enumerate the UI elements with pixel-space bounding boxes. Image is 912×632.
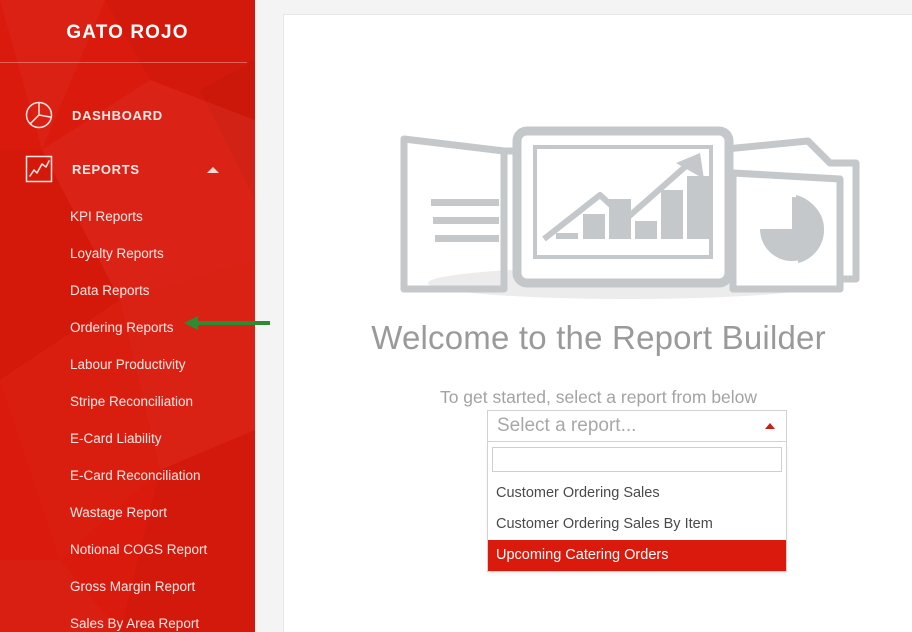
sidebar-subitem-loyalty-reports[interactable]: Loyalty Reports — [0, 235, 255, 272]
sidebar-subitem-label: KPI Reports — [70, 209, 143, 224]
report-option-label: Customer Ordering Sales By Item — [496, 516, 713, 532]
sidebar-subitem-labour-productivity[interactable]: Labour Productivity — [0, 346, 255, 383]
sidebar-subitem-ecard-liability[interactable]: E-Card Liability — [0, 420, 255, 457]
sidebar-subitem-label: E-Card Liability — [70, 431, 162, 446]
report-option-upcoming-catering-orders[interactable]: Upcoming Catering Orders — [488, 540, 786, 571]
report-select: Select a report... Customer Ordering Sal… — [487, 410, 787, 572]
sidebar-subitem-ordering-reports[interactable]: Ordering Reports — [0, 309, 255, 346]
sidebar-item-dashboard[interactable]: DASHBOARD — [0, 88, 255, 142]
sidebar-item-reports[interactable]: REPORTS — [0, 142, 255, 196]
sidebar-subitem-label: Labour Productivity — [70, 357, 186, 372]
report-option-customer-ordering-sales[interactable]: Customer Ordering Sales — [488, 478, 786, 509]
content-panel: Welcome to the Report Builder To get sta… — [283, 14, 912, 632]
sidebar-subitem-label: Stripe Reconciliation — [70, 394, 194, 409]
sidebar-subitem-label: Loyalty Reports — [70, 246, 164, 261]
report-option-customer-ordering-sales-by-item[interactable]: Customer Ordering Sales By Item — [488, 509, 786, 540]
app-root: GATO ROJO DASHBOARD REPORTS KPI Reports … — [0, 0, 912, 632]
sidebar-primary-nav: DASHBOARD REPORTS — [0, 88, 255, 196]
sidebar-subitem-gross-margin-report[interactable]: Gross Margin Report — [0, 568, 255, 605]
sidebar-subitem-kpi-reports[interactable]: KPI Reports — [0, 198, 255, 235]
caret-up-icon[interactable] — [765, 423, 775, 429]
sidebar-item-dashboard-label: DASHBOARD — [72, 107, 163, 123]
report-builder-illustration — [400, 126, 860, 299]
report-select-search-wrap — [488, 442, 786, 478]
report-select-menu: Customer Ordering Sales Customer Orderin… — [487, 442, 787, 572]
sidebar-subitem-label: Data Reports — [70, 283, 150, 298]
report-select-search-input[interactable] — [492, 447, 782, 472]
sidebar-subitem-label: E-Card Reconciliation — [70, 468, 201, 483]
line-chart-icon — [25, 155, 53, 183]
sidebar-divider — [0, 62, 247, 63]
window-top-strip — [255, 0, 912, 14]
sidebar-subitem-wastage-report[interactable]: Wastage Report — [0, 494, 255, 531]
sidebar-subitem-data-reports[interactable]: Data Reports — [0, 272, 255, 309]
sidebar-subitem-label: Ordering Reports — [70, 320, 174, 335]
sidebar-submenu-reports: KPI Reports Loyalty Reports Data Reports… — [0, 198, 255, 632]
sidebar-item-reports-label: REPORTS — [72, 161, 140, 177]
sidebar-subitem-ecard-reconciliation[interactable]: E-Card Reconciliation — [0, 457, 255, 494]
chevron-up-icon[interactable] — [207, 167, 219, 173]
sidebar-subitem-label: Gross Margin Report — [70, 579, 196, 594]
sidebar-subitem-label: Wastage Report — [70, 505, 168, 520]
brand-title: GATO ROJO — [66, 22, 189, 43]
report-select-trigger-label: Select a report... — [497, 415, 637, 436]
pie-chart-icon — [25, 101, 53, 129]
sidebar-subitem-stripe-reconciliation[interactable]: Stripe Reconciliation — [0, 383, 255, 420]
report-select-trigger[interactable]: Select a report... — [487, 410, 787, 442]
sidebar-subitem-label: Sales By Area Report — [70, 616, 200, 631]
page-subtitle: To get started, select a report from bel… — [439, 387, 758, 407]
page-title: Welcome to the Report Builder — [371, 319, 826, 356]
sidebar: GATO ROJO DASHBOARD REPORTS KPI Reports … — [0, 0, 255, 632]
sidebar-subitem-notional-cogs-report[interactable]: Notional COGS Report — [0, 531, 255, 568]
report-option-label: Customer Ordering Sales — [496, 485, 660, 501]
sidebar-header: GATO ROJO — [0, 0, 255, 66]
sidebar-subitem-label: Notional COGS Report — [70, 542, 208, 557]
sidebar-subitem-sales-by-area-report[interactable]: Sales By Area Report — [0, 605, 255, 632]
report-option-label: Upcoming Catering Orders — [496, 547, 669, 563]
